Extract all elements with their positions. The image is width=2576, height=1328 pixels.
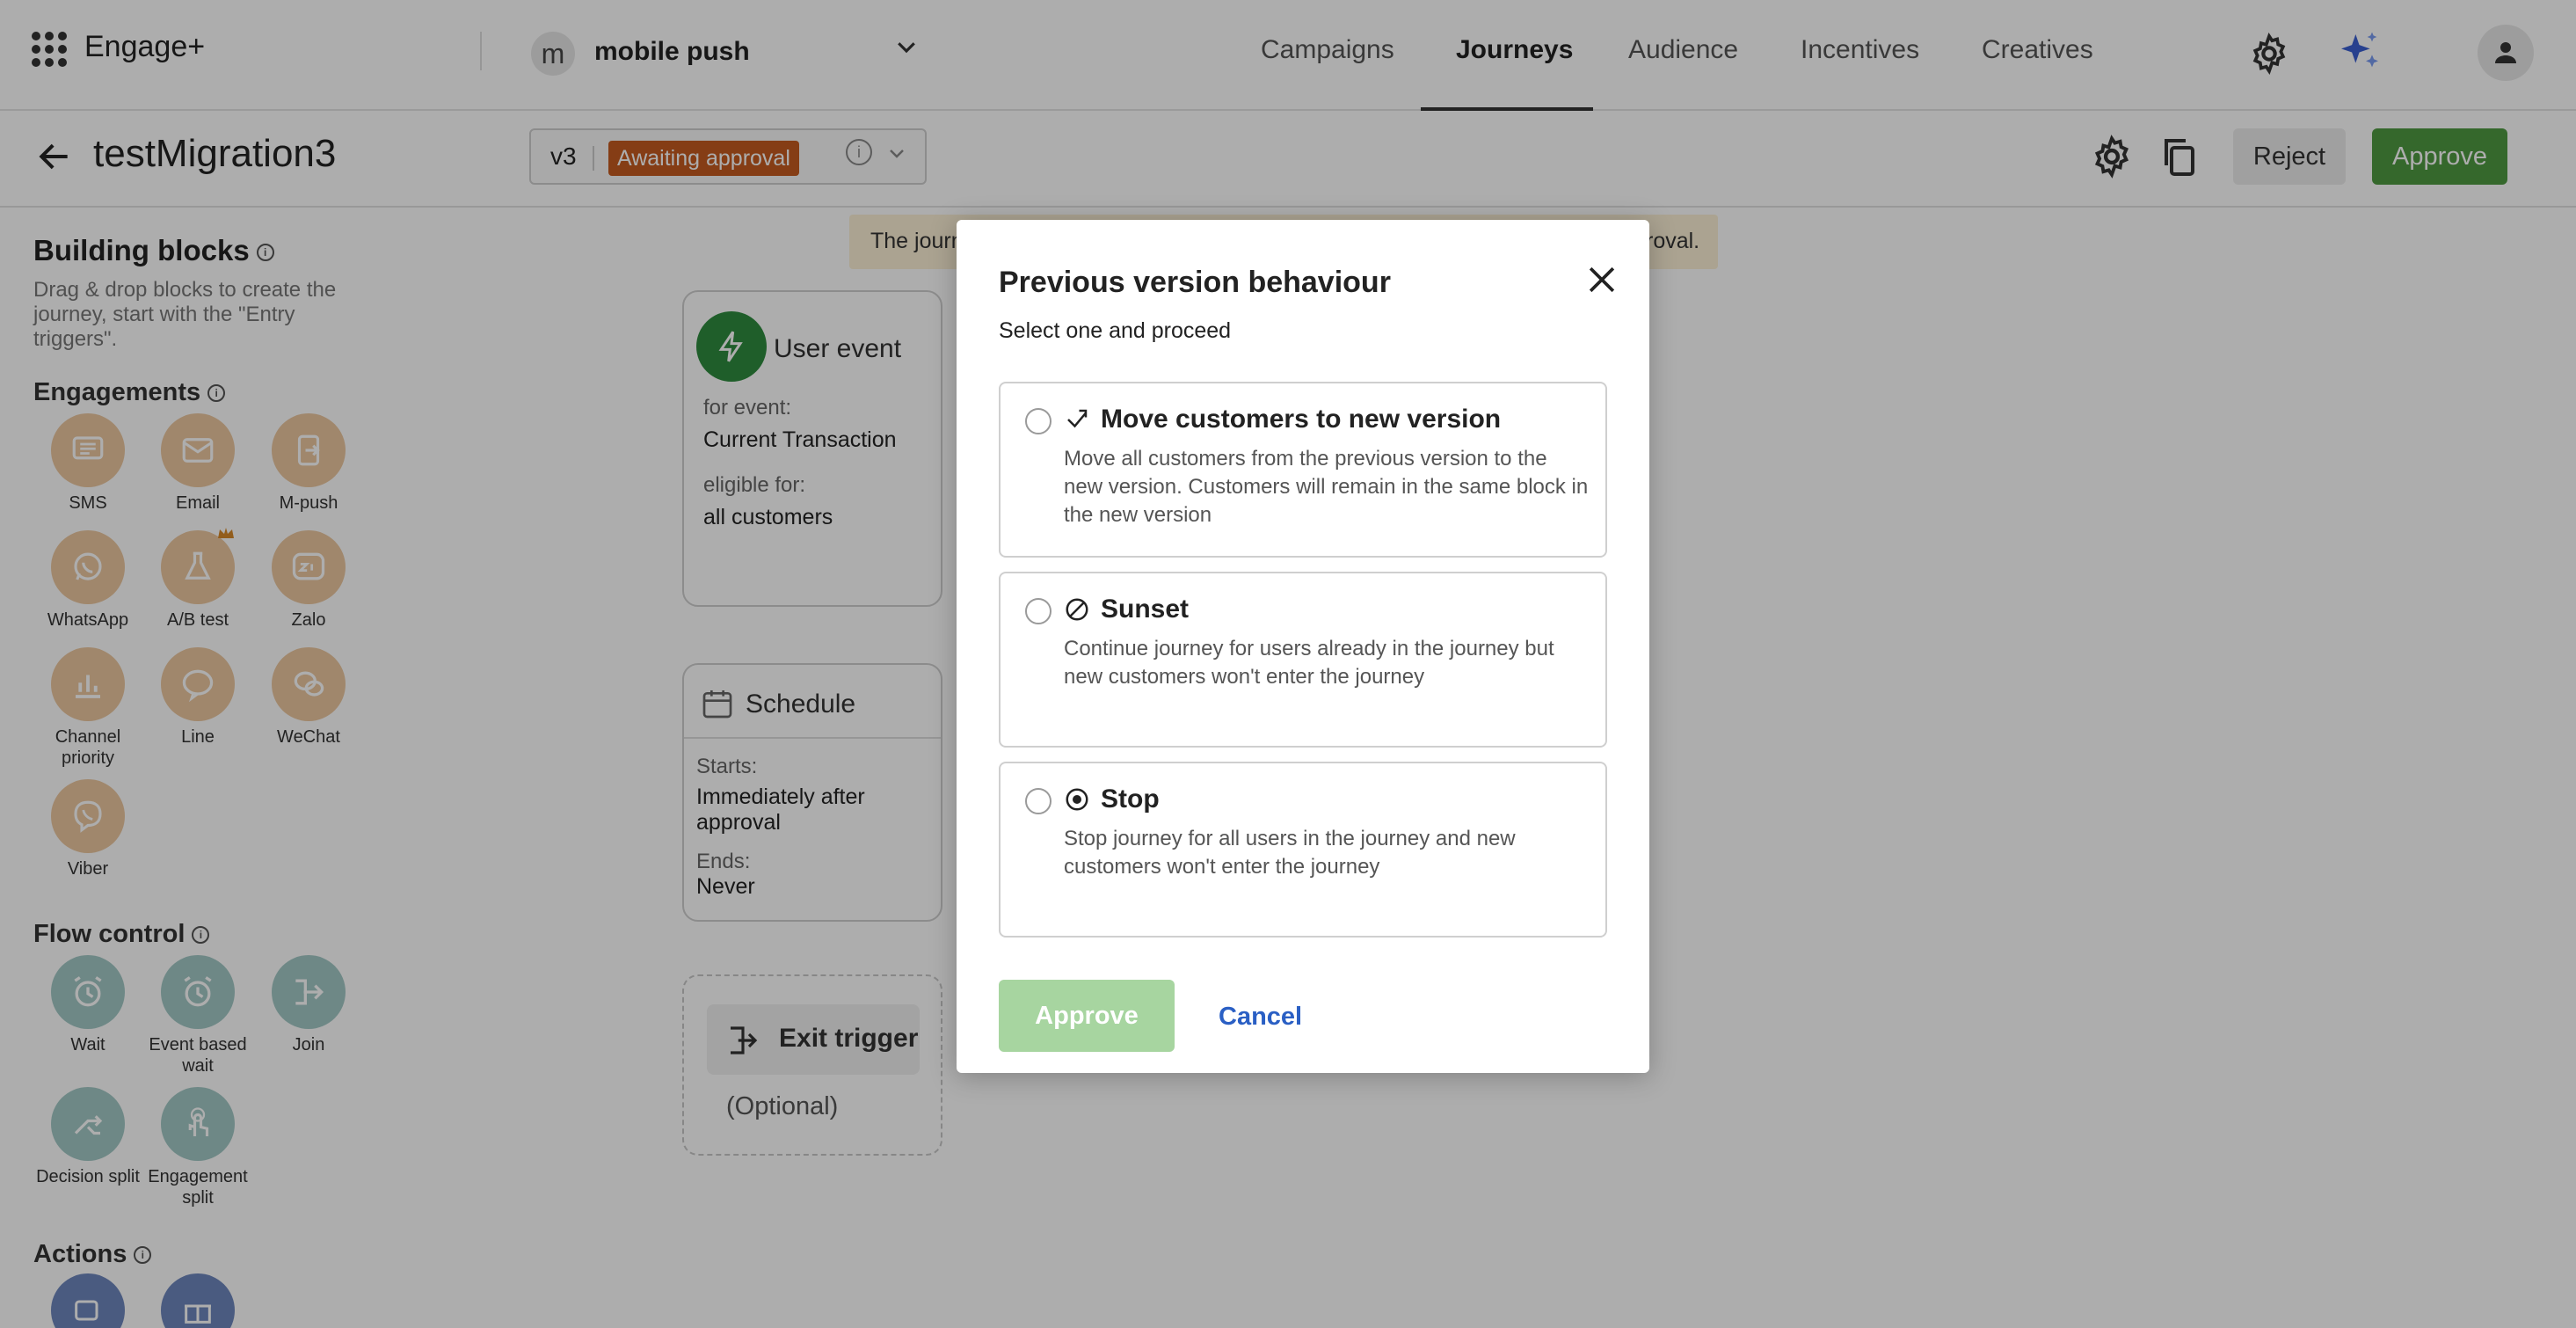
option-description: Move all customers from the previous ver… [1064, 447, 1589, 527]
radio-move-customers[interactable] [1025, 408, 1052, 434]
move-icon [1067, 409, 1088, 428]
option-description: Continue journey for users already in th… [1064, 637, 1554, 689]
option-sunset[interactable]: Sunset Continue journey for users alread… [999, 572, 1607, 748]
modal-title: Previous version behaviour [999, 266, 1391, 299]
option-title: Move customers to new version [1101, 405, 1502, 434]
option-title: Stop [1101, 784, 1160, 814]
modal-cancel-button[interactable]: Cancel [1219, 1003, 1302, 1032]
radio-sunset[interactable] [1025, 598, 1052, 624]
radio-stop[interactable] [1025, 788, 1052, 814]
option-move-customers[interactable]: Move customers to new version Move all c… [999, 382, 1607, 558]
option-title: Sunset [1101, 595, 1190, 624]
previous-version-modal: Previous version behaviour Select one an… [957, 220, 1649, 1073]
stop-icon [1066, 788, 1088, 811]
option-description: Stop journey for all users in the journe… [1064, 827, 1516, 879]
close-icon[interactable] [1583, 260, 1621, 299]
modal-approve-button[interactable]: Approve [999, 980, 1175, 1052]
modal-subtitle: Select one and proceed [999, 318, 1232, 343]
option-stop[interactable]: Stop Stop journey for all users in the j… [999, 762, 1607, 938]
sunset-icon [1066, 598, 1088, 621]
